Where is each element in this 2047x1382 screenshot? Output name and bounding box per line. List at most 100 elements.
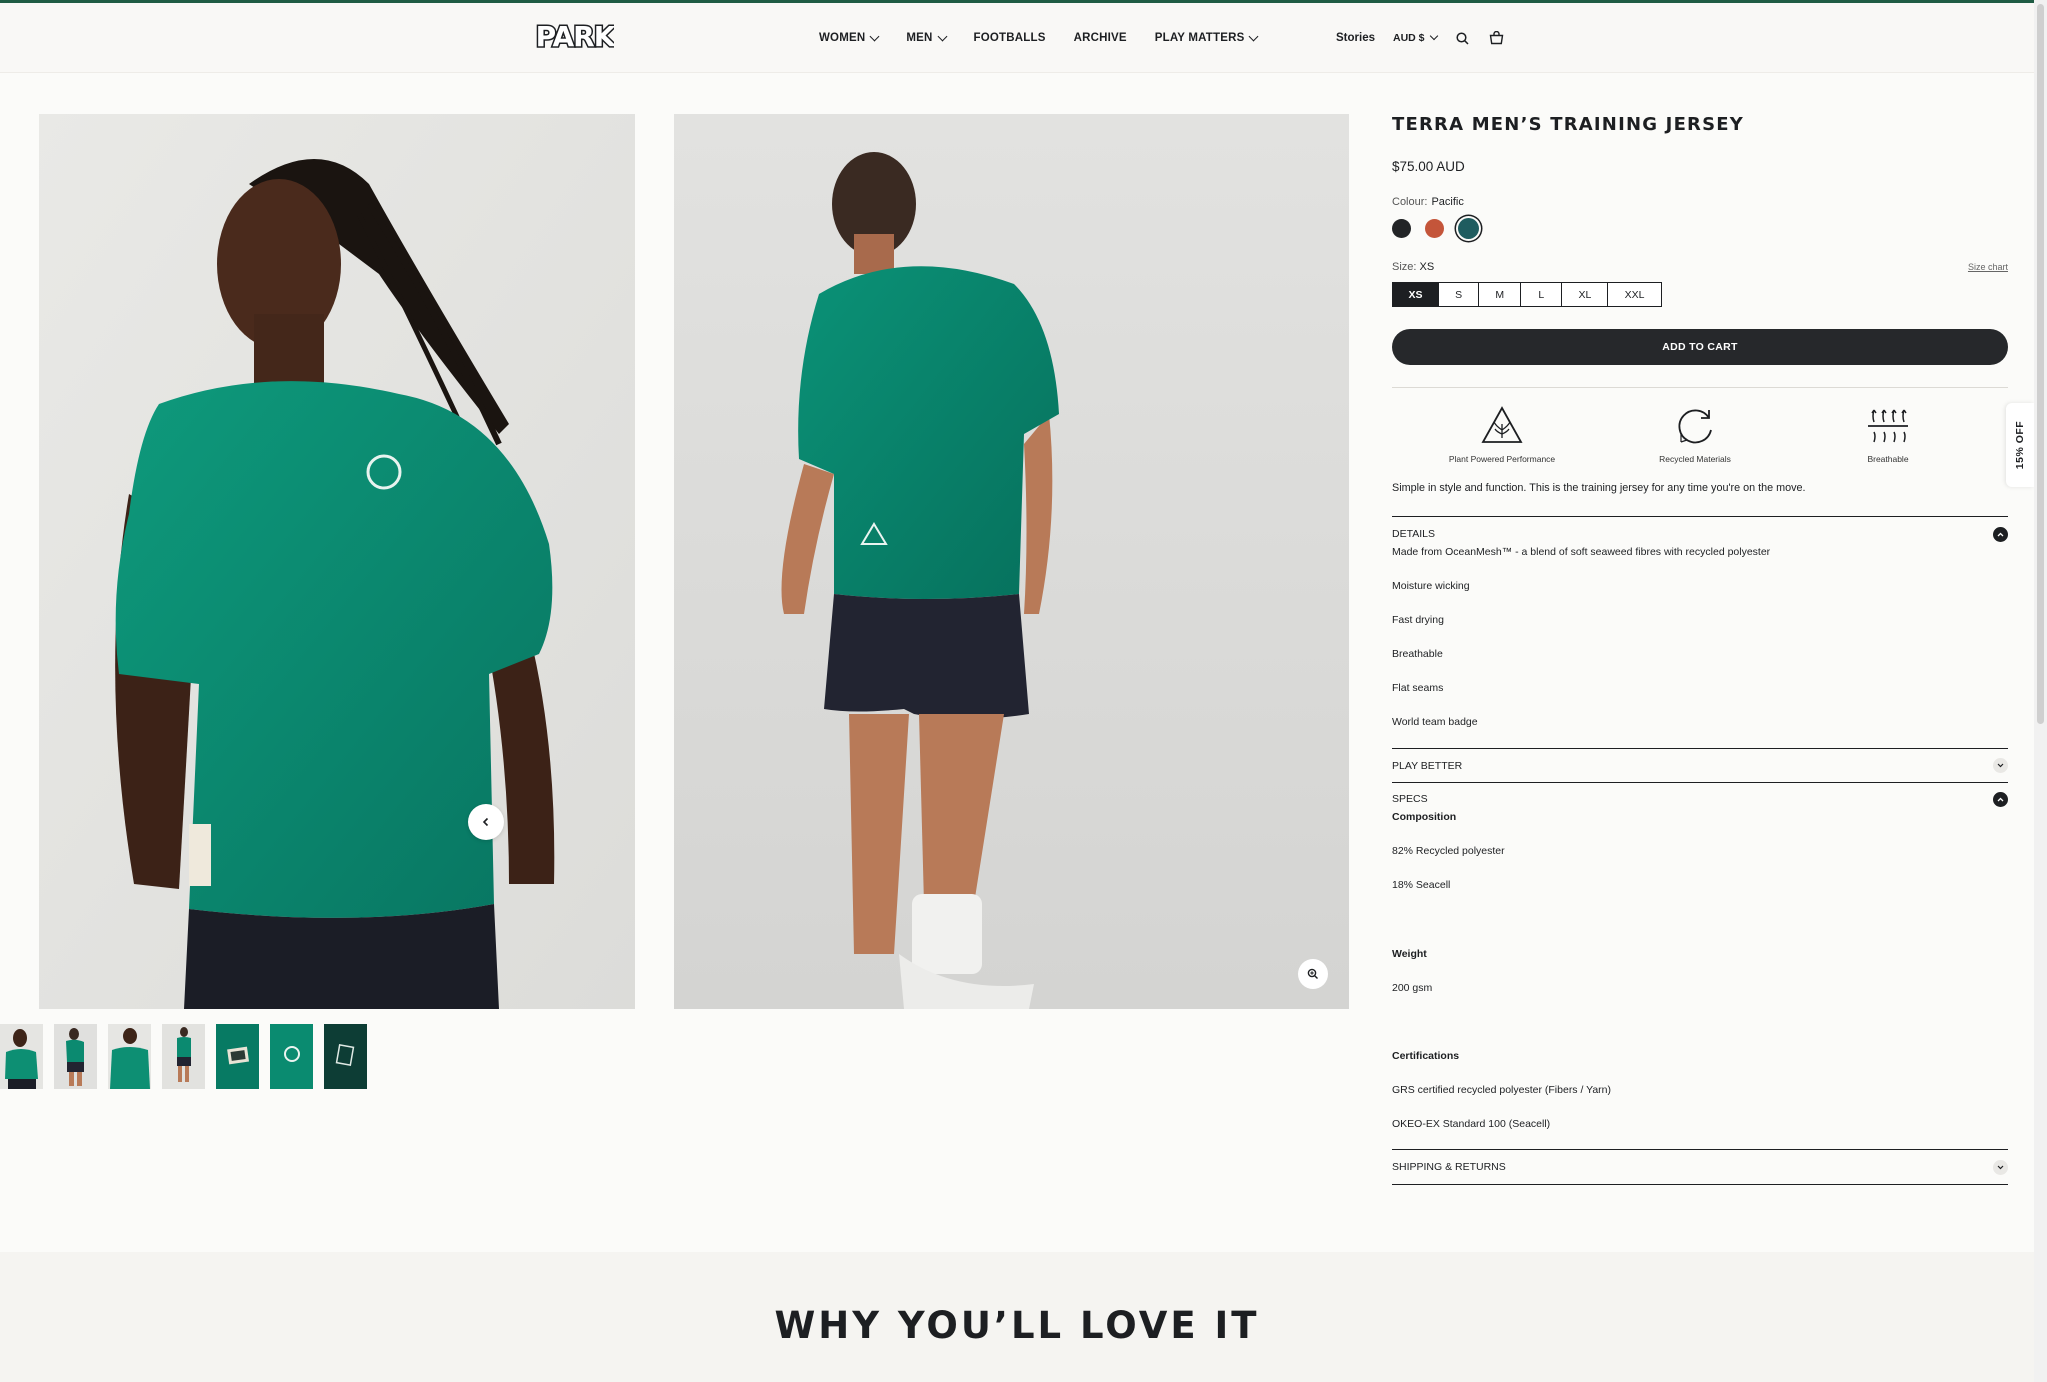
gallery-prev-button[interactable] bbox=[468, 804, 504, 840]
spec-heading: Composition bbox=[1392, 811, 1457, 823]
thumbnail-2[interactable] bbox=[54, 1024, 97, 1089]
accordion-title: PLAY BETTER bbox=[1392, 759, 1463, 772]
nav-label: ARCHIVE bbox=[1073, 32, 1127, 44]
chevron-down-icon bbox=[1993, 758, 2008, 773]
detail-line: Fast drying bbox=[1392, 614, 1444, 626]
accordion-details-body: Made from OceanMesh™ - a blend of soft s… bbox=[1392, 545, 2008, 729]
colour-swatches bbox=[1392, 218, 2008, 239]
size-label-row: Size: XS Size chart bbox=[1392, 261, 2008, 273]
nav-label: PLAY MATTERS bbox=[1154, 32, 1245, 44]
chevron-down-icon bbox=[1429, 31, 1438, 41]
feature-label: Plant Powered Performance bbox=[1448, 454, 1556, 464]
size-option-l[interactable]: L bbox=[1519, 282, 1563, 307]
swatch-black[interactable] bbox=[1392, 219, 1411, 238]
chevron-down-icon bbox=[869, 31, 880, 41]
discount-label: 15% OFF bbox=[2014, 420, 2026, 470]
zoom-icon bbox=[1307, 968, 1318, 979]
swatch-pacific[interactable] bbox=[1458, 218, 1479, 239]
product-description: Simple in style and function. This is th… bbox=[1392, 482, 1806, 494]
detail-line: Moisture wicking bbox=[1392, 580, 1470, 592]
chevron-left-icon bbox=[482, 817, 489, 827]
park-logo[interactable]: PARK bbox=[536, 16, 614, 56]
feature-icons: Plant Powered Performance Recycled Mater… bbox=[1392, 388, 2008, 464]
thumbnail-strip bbox=[0, 1024, 367, 1089]
size-option-xl[interactable]: XL bbox=[1561, 282, 1609, 307]
nav-footballs[interactable]: FOOTBALLS bbox=[974, 32, 1046, 44]
nav-archive[interactable]: ARCHIVE bbox=[1074, 32, 1127, 44]
size-option-xxl[interactable]: XXL bbox=[1607, 282, 1663, 307]
feature-breathable: Breathable bbox=[1818, 404, 1958, 464]
accordion-details: DETAILS Made from OceanMesh™ - a blend o… bbox=[1392, 516, 2008, 729]
nav-play-matters[interactable]: PLAY MATTERS bbox=[1154, 31, 1259, 44]
accordion-title: DETAILS bbox=[1392, 528, 1435, 540]
thumbnail-4[interactable] bbox=[162, 1024, 205, 1089]
size-selector: XS S M L XL XXL bbox=[1392, 282, 2008, 307]
size-label: Size: bbox=[1392, 261, 1417, 273]
accordion-play-better: PLAY BETTER bbox=[1392, 748, 2008, 782]
product-title: TERRA MEN’S TRAINING JERSEY bbox=[1392, 114, 1745, 135]
detail-line: World team badge bbox=[1392, 716, 1478, 728]
add-to-cart-button[interactable]: ADD TO CART bbox=[1392, 329, 2008, 365]
why-love-section: WHY YOU’LL LOVE IT bbox=[0, 1252, 2034, 1382]
search-icon[interactable] bbox=[1455, 30, 1471, 46]
logo-text: PARK bbox=[536, 20, 614, 53]
product-info-panel: TERRA MEN’S TRAINING JERSEY $75.00 AUD C… bbox=[1392, 112, 2008, 1185]
spec-line: 82% Recycled polyester bbox=[1392, 845, 1505, 857]
feature-recycled: Recycled Materials bbox=[1625, 404, 1765, 464]
plant-triangle-icon bbox=[1481, 406, 1523, 443]
breathable-icon bbox=[1868, 409, 1908, 443]
product-price: $75.00 AUD bbox=[1392, 159, 1465, 174]
thumbnail-6[interactable] bbox=[270, 1024, 313, 1089]
colour-label-row: Colour: Pacific bbox=[1392, 196, 2008, 208]
thumbnail-3[interactable] bbox=[108, 1024, 151, 1089]
colour-value: Pacific bbox=[1431, 196, 1464, 208]
nav-label: FOOTBALLS bbox=[973, 32, 1046, 44]
nav-men[interactable]: MEN bbox=[906, 31, 947, 44]
thumbnail-5[interactable] bbox=[216, 1024, 259, 1089]
nav-women[interactable]: WOMEN bbox=[819, 31, 880, 44]
feature-label: Breathable bbox=[1867, 454, 1909, 464]
size-option-s[interactable]: S bbox=[1437, 282, 1480, 307]
colour-label: Colour: bbox=[1392, 196, 1428, 208]
header-utilities: Stories AUD $ bbox=[1336, 3, 1505, 73]
detail-line: Made from OceanMesh™ - a blend of soft s… bbox=[1392, 546, 1771, 558]
product-image-back[interactable] bbox=[674, 114, 1349, 1009]
spec-line: OKEO-EX Standard 100 (Seacell) bbox=[1392, 1118, 1551, 1130]
detail-line: Breathable bbox=[1392, 648, 1443, 660]
size-option-xs[interactable]: XS bbox=[1392, 282, 1439, 307]
accordion-specs: SPECS Composition 82% Recycled polyester… bbox=[1392, 782, 2008, 1131]
nav-label: MEN bbox=[906, 32, 933, 44]
currency-selector[interactable]: AUD $ bbox=[1393, 31, 1438, 44]
feature-plant-powered: Plant Powered Performance bbox=[1432, 404, 1572, 464]
feature-label: Recycled Materials bbox=[1659, 454, 1731, 464]
spec-line: 18% Seacell bbox=[1392, 879, 1451, 891]
swatch-rust[interactable] bbox=[1425, 219, 1444, 238]
nav-label: WOMEN bbox=[819, 32, 866, 44]
cart-icon[interactable] bbox=[1489, 30, 1505, 46]
accordion-title: SPECS bbox=[1392, 793, 1428, 805]
spec-line: GRS certified recycled polyester (Fibers… bbox=[1392, 1084, 1612, 1096]
size-value: XS bbox=[1419, 261, 1435, 273]
chevron-up-icon bbox=[1993, 526, 2008, 542]
size-option-m[interactable]: M bbox=[1478, 282, 1522, 307]
chevron-down-icon bbox=[937, 31, 947, 41]
page-scrollbar[interactable] bbox=[2034, 0, 2047, 1382]
spec-line: 200 gsm bbox=[1392, 982, 1433, 994]
size-chart-link[interactable]: Size chart bbox=[1968, 262, 2008, 272]
scrollbar-thumb[interactable] bbox=[2037, 4, 2044, 724]
zoom-button[interactable] bbox=[1298, 959, 1328, 989]
stories-link[interactable]: Stories bbox=[1336, 32, 1375, 44]
accordion-shipping: SHIPPING & RETURNS bbox=[1392, 1149, 2008, 1185]
chevron-up-icon bbox=[1993, 791, 2008, 807]
site-header: PARK WOMEN MEN FOOTBALLS ARCHIVE PLAY MA… bbox=[0, 3, 2034, 73]
thumbnail-7[interactable] bbox=[324, 1024, 367, 1089]
product-image-front[interactable] bbox=[39, 114, 635, 1009]
accordion-play-better-header[interactable]: PLAY BETTER bbox=[1392, 749, 2008, 782]
thumbnail-1[interactable] bbox=[0, 1024, 43, 1089]
chevron-down-icon bbox=[1249, 31, 1259, 41]
currency-label: AUD $ bbox=[1393, 32, 1425, 44]
accordion-shipping-header[interactable]: SHIPPING & RETURNS bbox=[1392, 1150, 2008, 1184]
spec-heading: Weight bbox=[1392, 948, 1427, 960]
discount-tab[interactable]: 15% OFF bbox=[2006, 403, 2034, 487]
spec-heading: Certifications bbox=[1392, 1050, 1460, 1062]
